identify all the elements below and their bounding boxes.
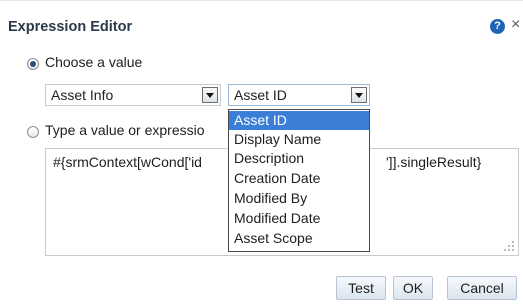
dropdown-option-modified-by[interactable]: Modified By	[229, 189, 369, 208]
test-button[interactable]: Test	[336, 276, 386, 300]
help-icon[interactable]: ?	[490, 19, 505, 34]
dropdown-option-creation-date[interactable]: Creation Date	[229, 169, 369, 188]
ok-button[interactable]: OK	[393, 276, 433, 300]
close-icon[interactable]: ×	[511, 16, 520, 34]
dropdown-option-modified-date[interactable]: Modified Date	[229, 209, 369, 228]
top-divider	[0, 0, 523, 1]
field-dropdown-list: Asset ID Display Name Description Creati…	[228, 109, 370, 252]
dropdown-option-asset-scope[interactable]: Asset Scope	[229, 229, 369, 248]
dropdown-option-description[interactable]: Description	[229, 149, 369, 168]
dropdown-option-asset-id[interactable]: Asset ID	[229, 111, 369, 130]
field-select[interactable]: Asset ID	[228, 84, 370, 106]
chevron-down-icon[interactable]	[351, 87, 367, 103]
dialog-title: Expression Editor	[8, 19, 133, 35]
dropdown-option-display-name[interactable]: Display Name	[229, 130, 369, 149]
choose-value-radio[interactable]	[27, 58, 39, 70]
field-select-value: Asset ID	[234, 87, 287, 103]
cancel-button[interactable]: Cancel	[447, 276, 517, 300]
type-value-radio[interactable]	[27, 126, 39, 138]
expression-text-right: ']].singleResult}	[386, 154, 482, 170]
chevron-down-icon[interactable]	[202, 87, 218, 103]
type-value-label: Type a value or expressio	[45, 122, 205, 138]
choose-value-label: Choose a value	[45, 54, 143, 70]
expression-text-left: #{srmContext[wCond['id	[53, 154, 202, 170]
category-select[interactable]: Asset Info	[45, 84, 221, 106]
expression-editor-dialog: Expression Editor ? × Choose a value Ass…	[0, 0, 523, 304]
category-select-value: Asset Info	[51, 87, 114, 103]
resize-grip-icon[interactable]	[504, 241, 514, 251]
